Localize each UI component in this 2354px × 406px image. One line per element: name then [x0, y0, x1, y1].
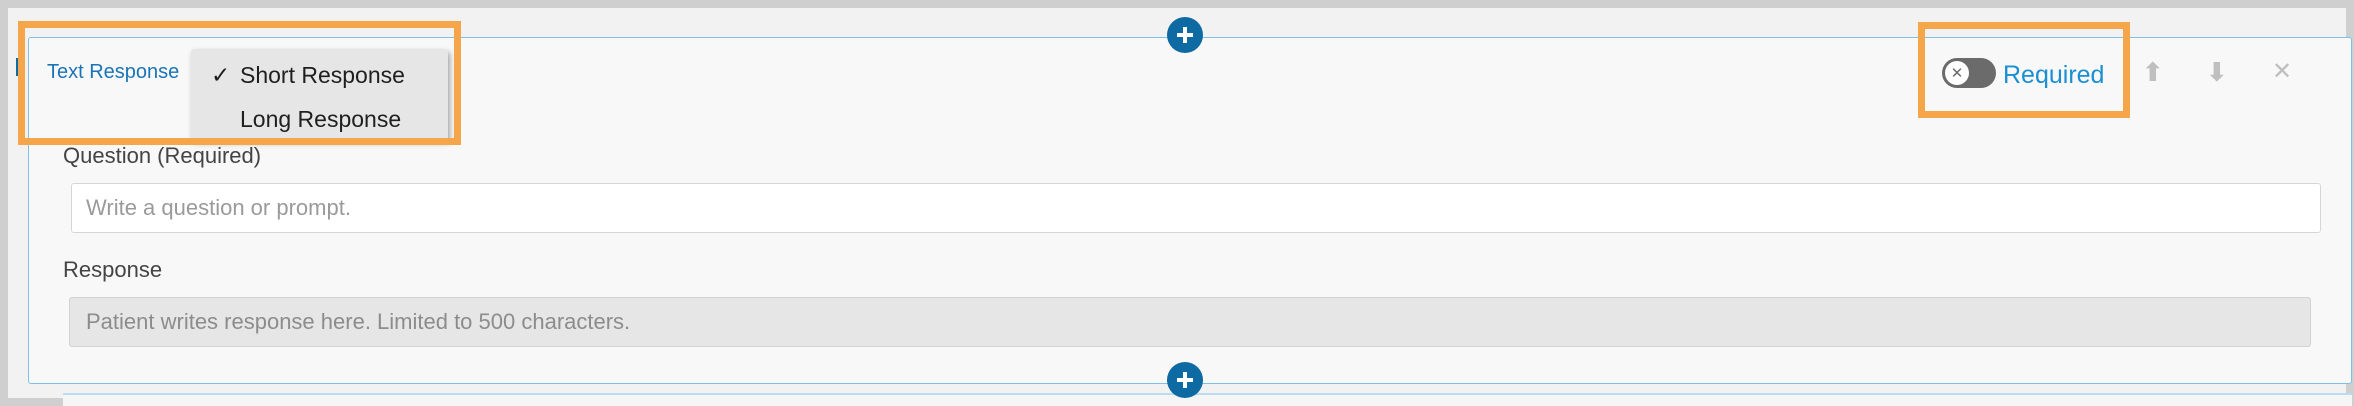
- response-label: Response: [63, 257, 163, 282]
- toggle-knob: ✕: [1945, 61, 1969, 85]
- response-placeholder: Patient writes response here. Limited to…: [86, 309, 631, 334]
- required-toggle[interactable]: ✕: [1942, 58, 1996, 88]
- next-question-card: [63, 393, 2352, 406]
- menu-item-label: Long Response: [240, 106, 402, 132]
- question-label: Question (Required): [63, 143, 262, 168]
- add-question-above-button[interactable]: [1167, 17, 1203, 53]
- arrow-down-icon[interactable]: ⬇: [2206, 57, 2228, 88]
- page: Text Response ✓ Short Response Long Resp…: [8, 8, 2352, 406]
- arrow-up-icon[interactable]: ⬆: [2142, 57, 2164, 88]
- response-preview-field: Patient writes response here. Limited to…: [69, 297, 2311, 347]
- menu-item-label: Short Response: [240, 62, 405, 88]
- plus-icon: [1177, 372, 1193, 388]
- drag-handle[interactable]: [17, 80, 23, 126]
- response-type-menu: ✓ Short Response Long Response: [191, 49, 448, 140]
- close-icon: ✕: [1950, 64, 1964, 82]
- plus-icon: [1177, 27, 1193, 43]
- card-tab-marker: [16, 58, 24, 76]
- required-label[interactable]: Required: [2003, 61, 2104, 90]
- checkmark-icon: ✓: [211, 62, 231, 88]
- question-input[interactable]: [71, 183, 2321, 233]
- question-type-label[interactable]: Text Response: [47, 61, 179, 84]
- delete-icon[interactable]: ✕: [2272, 57, 2292, 86]
- add-question-below-button[interactable]: [1167, 362, 1203, 398]
